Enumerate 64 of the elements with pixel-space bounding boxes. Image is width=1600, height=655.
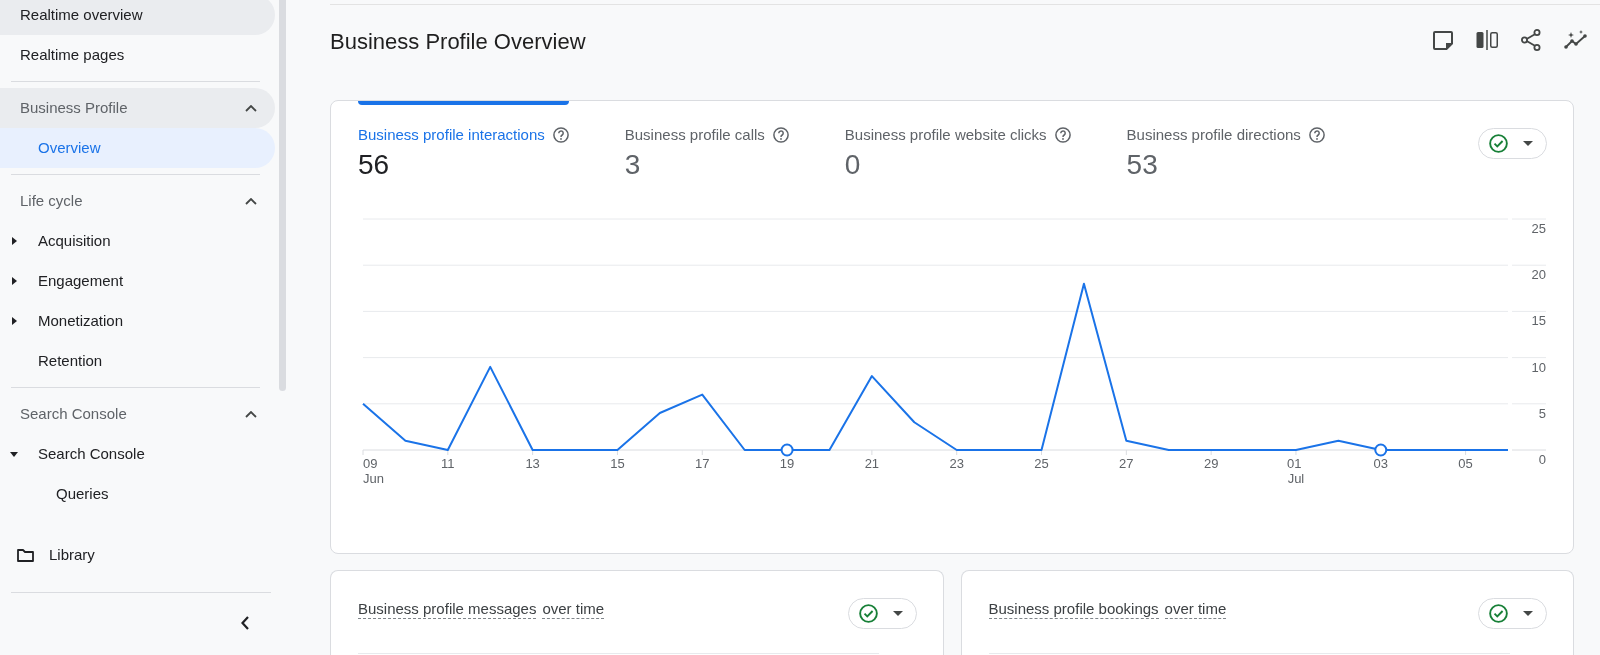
annotation-marker-icon[interactable]: [780, 443, 794, 457]
caret-down-icon: [892, 611, 903, 616]
metric-tab[interactable]: Business profile website clicks 0: [844, 101, 1071, 181]
split-columns-icon[interactable]: [1476, 30, 1498, 50]
folder-icon: [17, 548, 34, 562]
help-icon[interactable]: [552, 127, 569, 143]
x-axis-label: 23: [949, 456, 964, 471]
section-header[interactable]: Business Profile: [0, 88, 275, 128]
card-title-dimension: over time: [542, 599, 605, 619]
caret-down-icon: [1523, 141, 1533, 146]
card-title-metric: Business profile messages: [358, 599, 537, 619]
page-title: Business Profile Overview: [330, 28, 586, 56]
annotation-marker-icon[interactable]: [1374, 443, 1388, 457]
sidebar-item[interactable]: Realtime overview: [0, 0, 275, 35]
x-axis-label: 05: [1458, 456, 1473, 471]
compare-dropdown-button[interactable]: [847, 598, 917, 629]
help-icon[interactable]: [772, 127, 789, 143]
x-axis-label: 15: [610, 456, 625, 471]
metric-tab[interactable]: Business profile directions 53: [1126, 101, 1325, 181]
sidebar-item[interactable]: Acquisition: [0, 221, 275, 261]
section-header[interactable]: Life cycle: [0, 181, 275, 221]
compare-dropdown-button[interactable]: [1478, 128, 1547, 159]
x-axis-label: 17: [695, 456, 710, 471]
y-axis-label: 25: [1531, 221, 1546, 236]
section-header[interactable]: Search Console: [0, 394, 275, 434]
x-axis-label: 03: [1373, 456, 1388, 471]
sidebar-item[interactable]: Engagement: [0, 261, 275, 301]
card-title-metric: Business profile bookings: [988, 599, 1159, 619]
sidebar-item[interactable]: Monetization: [0, 301, 275, 341]
card-title-dimension: over time: [1164, 599, 1227, 619]
note-icon[interactable]: [1433, 30, 1453, 50]
library-link[interactable]: Library: [0, 535, 275, 575]
x-axis-label: 27: [1119, 456, 1134, 471]
check-circle-icon: [1489, 134, 1508, 153]
y-axis-label: 10: [1531, 359, 1546, 375]
x-axis-label: 25: [1034, 456, 1049, 471]
x-axis-label: 13: [525, 456, 540, 471]
sidebar-item[interactable]: Search Console: [0, 434, 275, 474]
x-axis-label: 29: [1203, 456, 1219, 471]
scrollbar-thumb[interactable]: [279, 0, 286, 391]
metric-tab[interactable]: Business profile interactions 56: [358, 101, 569, 181]
x-axis-label: 11: [441, 456, 455, 471]
y-axis-label: 20: [1531, 267, 1546, 283]
x-axis-label: 19: [779, 456, 795, 471]
caret-down-icon: [1523, 611, 1533, 616]
check-circle-icon: [1489, 604, 1508, 623]
sidebar-item[interactable]: Overview: [0, 128, 275, 168]
y-axis-label: 5: [1538, 405, 1546, 421]
compare-dropdown-button[interactable]: [1478, 598, 1547, 629]
x-axis-label: 21: [864, 456, 880, 471]
check-circle-icon: [858, 604, 878, 623]
help-icon[interactable]: [1054, 127, 1071, 143]
y-axis-label: 0: [1538, 452, 1546, 467]
sidebar-item[interactable]: Queries: [0, 474, 275, 514]
sidebar-item[interactable]: Realtime pages: [0, 35, 275, 75]
metric-tab[interactable]: Business profile calls 3: [624, 101, 789, 181]
share-icon[interactable]: [1521, 29, 1541, 51]
y-axis-label: 15: [1531, 313, 1546, 329]
x-axis-label: 01 Jul: [1286, 456, 1305, 486]
help-icon[interactable]: [1308, 127, 1325, 143]
sidebar-item[interactable]: Retention: [0, 341, 275, 381]
x-axis-label: 09 Jun: [363, 456, 384, 486]
chevron-left-icon[interactable]: [241, 616, 249, 630]
sparkle-chart-icon[interactable]: [1564, 30, 1588, 50]
